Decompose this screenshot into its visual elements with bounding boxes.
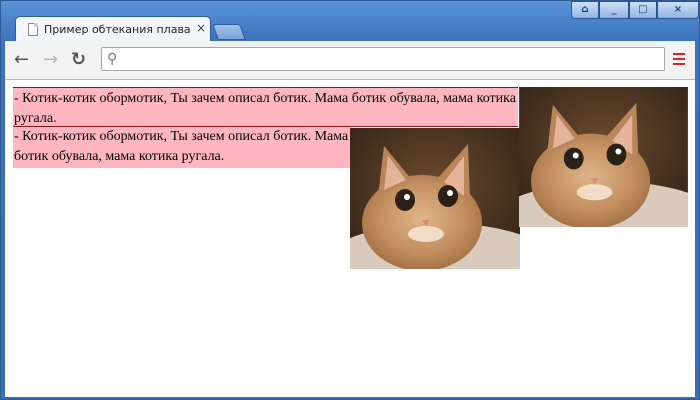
browser-toolbar: ← → ↻ ⚲: [5, 41, 695, 80]
forward-arrow-icon: →: [43, 49, 59, 70]
tab-active[interactable]: Пример обтекания плаваю ×: [15, 16, 211, 42]
reload-icon: ↻: [71, 49, 87, 70]
cat-image-left: [350, 128, 520, 269]
menu-button[interactable]: [673, 53, 685, 68]
browser-window: Пример обтекания плаваю × ⌂ _ □ × ← → ↻ …: [0, 0, 700, 400]
new-tab-button[interactable]: [212, 24, 246, 40]
close-window-button[interactable]: ×: [657, 1, 699, 19]
tab-close-icon[interactable]: ×: [196, 21, 206, 35]
cat-image-right: [519, 87, 688, 227]
back-arrow-icon: ←: [14, 49, 30, 70]
page-icon: [28, 23, 38, 36]
user-button[interactable]: ⌂: [571, 1, 599, 19]
search-icon: ⚲: [107, 51, 118, 67]
paragraph-1: - Котик-котик обормотик, Ты зачем описал…: [13, 87, 518, 127]
tab-title: Пример обтекания плаваю: [44, 23, 190, 36]
page-viewport: - Котик-котик обормотик, Ты зачем описал…: [5, 80, 695, 397]
maximize-icon: □: [638, 4, 648, 15]
back-button[interactable]: ←: [14, 50, 29, 70]
forward-button[interactable]: →: [43, 50, 58, 70]
cat-picture: [350, 128, 520, 269]
maximize-button[interactable]: □: [629, 1, 657, 19]
address-bar[interactable]: ⚲: [101, 47, 665, 71]
cat-picture: [519, 87, 688, 227]
minimize-button[interactable]: _: [599, 1, 629, 19]
minimize-icon: _: [611, 4, 617, 15]
address-input[interactable]: [126, 50, 660, 70]
reload-button[interactable]: ↻: [71, 50, 86, 70]
paragraph-2: - Котик-котик обормотик, Ты зачем описал…: [13, 127, 351, 168]
user-icon: ⌂: [581, 4, 589, 15]
close-icon: ×: [673, 4, 683, 15]
title-bar: Пример обтекания плаваю × ⌂ _ □ ×: [1, 1, 699, 42]
